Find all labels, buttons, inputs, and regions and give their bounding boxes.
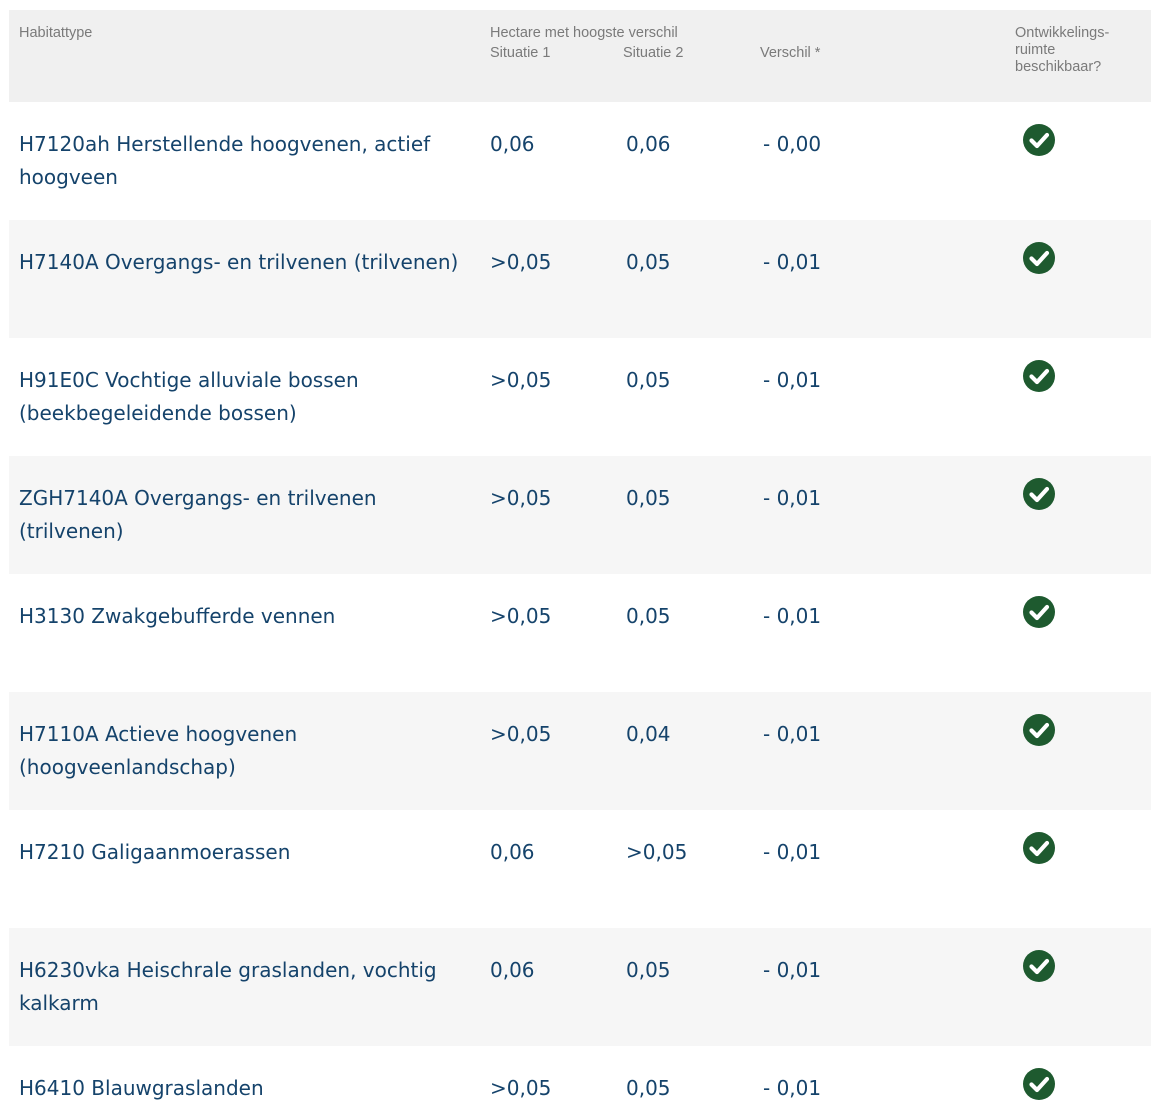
table-row[interactable]: H7110A Actieve hoogvenen (hoogveenlandsc…: [9, 692, 1151, 810]
situatie-2-value: 0,05: [626, 1076, 671, 1100]
check-circle-icon: [1023, 478, 1055, 510]
check-circle-icon: [1023, 360, 1055, 392]
check-circle-icon: [1023, 596, 1055, 628]
situatie-2-value: 0,05: [626, 958, 671, 982]
check-circle-icon: [1023, 124, 1055, 156]
situatie-1-value: 0,06: [490, 132, 535, 156]
situatie-2-value: 0,05: [626, 250, 671, 274]
verschil-value: - 0,01: [763, 958, 822, 982]
verschil-value: - 0,01: [763, 604, 822, 628]
verschil-value: - 0,01: [763, 368, 822, 392]
verschil-value: - 0,00: [763, 132, 822, 156]
situatie-2-value: 0,05: [626, 486, 671, 510]
situatie-1-value: 0,06: [490, 840, 535, 864]
header-hectare: Hectare met hoogste verschil: [490, 25, 678, 41]
check-circle-icon: [1023, 242, 1055, 274]
check-circle-icon: [1023, 714, 1055, 746]
situatie-1-value: >0,05: [490, 368, 552, 392]
verschil-value: - 0,01: [763, 1076, 822, 1100]
header-situatie-1: Situatie 1: [490, 45, 551, 61]
situatie-1-value: >0,05: [490, 722, 552, 746]
table-row[interactable]: ZGH7140A Overgangs- en trilvenen (trilve…: [9, 456, 1151, 574]
table-body: H7120ah Herstellende hoogvenen, actief h…: [9, 102, 1151, 1116]
situatie-2-value: 0,05: [626, 604, 671, 628]
habitat-name: H6410 Blauwgraslanden: [19, 1076, 264, 1100]
situatie-1-value: 0,06: [490, 958, 535, 982]
table-header: Habitattype Hectare met hoogste verschil…: [9, 10, 1151, 102]
verschil-value: - 0,01: [763, 722, 822, 746]
header-verschil: Verschil *: [760, 45, 821, 61]
table-row[interactable]: H3130 Zwakgebufferde vennen >0,05 0,05 -…: [9, 574, 1151, 692]
header-habitattype: Habitattype: [19, 25, 93, 41]
table-row[interactable]: H6230vka Heischrale graslanden, vochtig …: [9, 928, 1151, 1046]
verschil-value: - 0,01: [763, 486, 822, 510]
habitat-name: H7210 Galigaanmoerassen: [19, 840, 291, 864]
table-row[interactable]: H91E0C Vochtige alluviale bossen (beekbe…: [9, 338, 1151, 456]
header-ontwikkelingsruimte: Ontwikkelings- ruimte beschikbaar?: [1015, 25, 1110, 75]
check-circle-icon: [1023, 950, 1055, 982]
habitat-name: H7110A Actieve hoogvenen (hoogveenlandsc…: [19, 722, 298, 779]
verschil-value: - 0,01: [763, 840, 822, 864]
situatie-1-value: >0,05: [490, 486, 552, 510]
check-circle-icon: [1023, 1068, 1055, 1100]
habitat-name: H91E0C Vochtige alluviale bossen (beekbe…: [19, 368, 359, 425]
situatie-2-value: 0,05: [626, 368, 671, 392]
table-row[interactable]: H7120ah Herstellende hoogvenen, actief h…: [9, 102, 1151, 220]
habitat-name: H3130 Zwakgebufferde vennen: [19, 604, 336, 628]
situatie-2-value: >0,05: [626, 840, 688, 864]
verschil-value: - 0,01: [763, 250, 822, 274]
situatie-2-value: 0,06: [626, 132, 671, 156]
table-row[interactable]: H7210 Galigaanmoerassen 0,06 >0,05 - 0,0…: [9, 810, 1151, 928]
table-row[interactable]: H6410 Blauwgraslanden >0,05 0,05 - 0,01: [9, 1046, 1151, 1116]
situatie-1-value: >0,05: [490, 1076, 552, 1100]
header-situatie-2: Situatie 2: [623, 45, 684, 61]
habitat-name: ZGH7140A Overgangs- en trilvenen (trilve…: [19, 486, 377, 543]
habitat-name: H6230vka Heischrale graslanden, vochtig …: [19, 958, 437, 1015]
situatie-1-value: >0,05: [490, 604, 552, 628]
check-circle-icon: [1023, 832, 1055, 864]
habitat-table: Habitattype Hectare met hoogste verschil…: [9, 10, 1151, 1116]
table-row[interactable]: H7140A Overgangs- en trilvenen (trilvene…: [9, 220, 1151, 338]
situatie-2-value: 0,04: [626, 722, 671, 746]
situatie-1-value: >0,05: [490, 250, 552, 274]
habitat-name: H7140A Overgangs- en trilvenen (trilvene…: [19, 250, 459, 274]
habitat-name: H7120ah Herstellende hoogvenen, actief h…: [19, 132, 431, 189]
